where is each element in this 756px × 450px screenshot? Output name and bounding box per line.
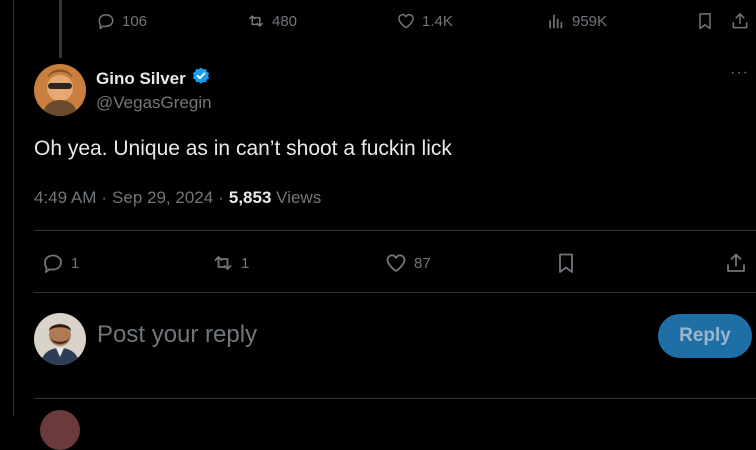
reply-submit-button[interactable]: Reply: [658, 314, 752, 358]
divider: [34, 230, 756, 231]
prev-views-count: 959K: [572, 12, 608, 30]
display-name-text: Gino Silver: [96, 68, 186, 88]
prev-views-button[interactable]: 959K: [546, 11, 607, 31]
avatar[interactable]: [34, 64, 86, 116]
reply-input[interactable]: Post your reply: [97, 321, 257, 349]
prev-repost-count: 480: [272, 12, 298, 30]
heart-icon: [384, 251, 408, 275]
more-options-button[interactable]: ···: [730, 64, 749, 82]
column-border: [13, 0, 14, 416]
next-avatar[interactable]: [40, 410, 80, 450]
meta-separator: ·: [218, 188, 224, 207]
display-name[interactable]: Gino Silver: [96, 66, 211, 91]
tweet-meta: 4:49 AM · Sep 29, 2024 · 5,853 Views: [34, 188, 321, 208]
prev-reply-count: 106: [122, 12, 148, 30]
like-button[interactable]: 87: [384, 251, 431, 275]
heart-icon: [396, 11, 416, 31]
thread-connector-line: [59, 0, 62, 58]
bookmark-icon: [554, 251, 578, 275]
tweet-time[interactable]: 4:49 AM: [34, 188, 96, 208]
reply-count: 1: [71, 254, 80, 272]
verified-badge-icon: [191, 66, 211, 91]
reply-icon: [96, 11, 116, 31]
repost-count: 1: [241, 254, 250, 272]
my-avatar[interactable]: [34, 313, 86, 365]
share-icon: [724, 251, 748, 275]
prev-like-button[interactable]: 1.4K: [396, 11, 453, 31]
prev-repost-button[interactable]: 480: [246, 11, 297, 31]
views-count: 5,853: [228, 188, 272, 207]
bookmark-icon: [695, 11, 715, 31]
tweet-text: Oh yea. Unique as in can’t shoot a fucki…: [34, 137, 452, 160]
analytics-icon: [546, 11, 566, 31]
reply-button[interactable]: 1: [41, 251, 79, 275]
share-button[interactable]: [724, 251, 748, 275]
like-count: 87: [414, 254, 431, 272]
bookmark-button[interactable]: [554, 251, 578, 275]
prev-reply-button[interactable]: 106: [96, 11, 147, 31]
prev-like-count: 1.4K: [422, 12, 453, 30]
user-handle[interactable]: @VegasGregin: [96, 93, 212, 113]
divider: [34, 398, 756, 399]
divider: [34, 292, 756, 293]
views-summary: 5,853 Views: [229, 188, 321, 208]
views-label: Views: [276, 188, 322, 207]
repost-icon: [211, 251, 235, 275]
tweet-date[interactable]: Sep 29, 2024: [112, 188, 213, 208]
repost-icon: [246, 11, 266, 31]
reply-icon: [41, 251, 65, 275]
prev-share-button[interactable]: [730, 11, 750, 31]
prev-bookmark-button[interactable]: [695, 11, 715, 31]
share-icon: [730, 11, 750, 31]
meta-separator: ·: [101, 188, 108, 207]
repost-button[interactable]: 1: [211, 251, 249, 275]
